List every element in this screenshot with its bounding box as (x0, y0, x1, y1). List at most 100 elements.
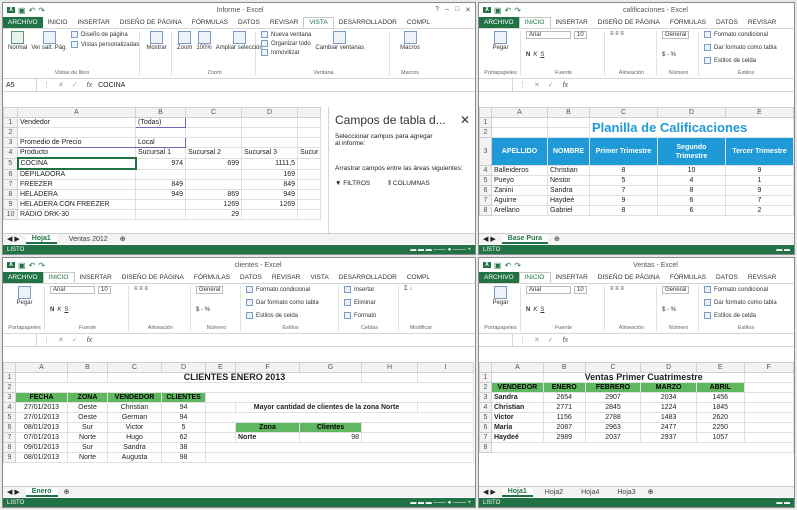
undo-icon[interactable]: ↶ (505, 6, 512, 15)
save-icon[interactable]: ▣ (494, 261, 502, 270)
custom-views-button[interactable]: Vistas personalizadas (71, 41, 139, 48)
tab-compl[interactable]: COMPL (402, 272, 435, 283)
currency-icons[interactable]: $ - % (196, 307, 237, 313)
size-select[interactable]: 10 (574, 31, 587, 39)
pane-close-icon[interactable]: ✕ (460, 113, 470, 127)
tab-diseno[interactable]: DISEÑO DE PÁGINA (117, 272, 189, 283)
align-icons[interactable]: ≡ ≡ ≡ (610, 31, 653, 37)
prev-sheet-icon[interactable]: ◀ ▶ (7, 488, 20, 496)
zoom-slider[interactable]: ▬ ▬ ▬ ─── ● ─── + (410, 247, 471, 253)
format-table-button[interactable]: Dar formato como tabla (246, 299, 335, 306)
fx-icon[interactable]: fx (87, 82, 92, 89)
number-format-select[interactable]: General (196, 286, 224, 294)
tab-insertar[interactable]: INSERTAR (551, 17, 593, 28)
tab-revisar[interactable]: REVISAR (265, 17, 304, 28)
format-table-button[interactable]: Dar formato como tabla (704, 299, 788, 306)
cell-styles-button[interactable]: Estilos de celda (704, 312, 788, 319)
save-icon[interactable]: ▣ (18, 261, 26, 270)
add-sheet-icon[interactable]: ⊕ (64, 488, 70, 496)
column-dropdown[interactable]: Local (135, 137, 186, 148)
tab-revisar[interactable]: REVISAR (743, 272, 782, 283)
prev-sheet-icon[interactable]: ◀ ▶ (483, 488, 496, 496)
filter-dropdown[interactable]: (Todas) (135, 117, 186, 128)
fx-icon[interactable]: fx (87, 337, 92, 344)
cell-styles-button[interactable]: Estilos de celda (704, 57, 788, 64)
add-sheet-icon[interactable]: ⊕ (648, 488, 654, 496)
tab-formulas[interactable]: FÓRMULAS (665, 272, 711, 283)
tab-desarrollador[interactable]: DESARROLLADOR (334, 272, 402, 283)
prev-sheet-icon[interactable]: ◀ ▶ (7, 235, 20, 243)
paste-button[interactable]: Pegar (484, 286, 517, 306)
size-select[interactable]: 10 (98, 286, 111, 294)
active-cell[interactable]: COCINA (16, 157, 137, 170)
tab-inicio[interactable]: INICIO (43, 17, 73, 28)
prev-sheet-icon[interactable]: ◀ ▶ (483, 235, 496, 243)
tab-inicio[interactable]: INICIO (518, 17, 551, 28)
tab-insertar[interactable]: INSERTAR (75, 272, 117, 283)
tab-datos[interactable]: DATOS (711, 17, 743, 28)
redo-icon[interactable]: ↷ (38, 261, 45, 270)
redo-icon[interactable]: ↷ (38, 6, 45, 15)
sheet-tab-hoja4[interactable]: Hoja4 (575, 489, 605, 496)
tab-diseno[interactable]: DISEÑO DE PÁGINA (593, 17, 665, 28)
col-header[interactable]: A (17, 107, 136, 118)
tab-datos[interactable]: DATOS (235, 272, 267, 283)
font-select[interactable]: Arial (50, 286, 95, 294)
spreadsheet-grid[interactable]: ABCDE 1 Planilla de Calificaciones 2 3 APE… (479, 107, 794, 216)
zoom-button[interactable]: Zoom (177, 31, 192, 51)
format-table-button[interactable]: Dar formato como tabla (704, 44, 788, 51)
redo-icon[interactable]: ↷ (514, 6, 521, 15)
bold-button[interactable]: N (526, 307, 530, 313)
tab-inicio[interactable]: INICIO (518, 272, 551, 283)
currency-icons[interactable]: $ - % (662, 52, 695, 58)
tab-diseno[interactable]: DISEÑO DE PÁGINA (593, 272, 665, 283)
filters-area[interactable]: ▼ FILTROS (335, 180, 370, 188)
zoom-selection-button[interactable]: Ampliar selección (216, 31, 263, 51)
close-icon[interactable]: ✕ (465, 6, 471, 14)
conditional-format-button[interactable]: Formato condicional (704, 286, 788, 293)
show-button[interactable]: Mostrar (145, 31, 168, 51)
currency-icons[interactable]: $ - % (662, 307, 695, 313)
sheet-heading[interactable]: CLIENTES ENERO 2013 (107, 372, 362, 383)
columns-area[interactable]: ⦀ COLUMNAS (388, 180, 430, 188)
underline-button[interactable]: S (64, 307, 68, 313)
sheet-tab-enero[interactable]: Enero (25, 487, 58, 497)
new-window-button[interactable]: Nueva ventana (261, 31, 311, 38)
name-box[interactable]: A5 (3, 79, 37, 91)
view-icons[interactable]: ▬ ▬ (776, 500, 790, 506)
tab-insertar[interactable]: INSERTAR (73, 17, 115, 28)
minimize-icon[interactable]: – (445, 6, 449, 14)
sheet-tab-hoja1[interactable]: Hoja1 (25, 234, 57, 244)
name-box[interactable] (479, 79, 513, 91)
switch-windows-button[interactable]: Cambiar ventanas (315, 31, 364, 51)
save-icon[interactable]: ▣ (18, 6, 26, 15)
col-header[interactable]: C (185, 107, 242, 118)
formula-input[interactable]: COCINA (98, 82, 125, 89)
bold-button[interactable]: N (50, 307, 54, 313)
tab-revisar[interactable]: REVISAR (743, 17, 782, 28)
tab-archivo[interactable]: ARCHIVO (3, 272, 43, 283)
sheet-heading[interactable]: Planilla de Calificaciones (589, 117, 794, 138)
help-icon[interactable]: ? (435, 6, 439, 14)
sheet-tab-ventas-2012[interactable]: Ventas 2012 (63, 236, 114, 243)
sheet-tab-hoja2[interactable]: Hoja2 (539, 489, 569, 496)
tab-formulas[interactable]: FÓRMULAS (187, 17, 233, 28)
name-box[interactable] (479, 334, 513, 346)
spreadsheet-grid[interactable]: ABCDEF 1 Ventas Primer Cuatrimestre 2 VEND… (479, 362, 794, 453)
save-icon[interactable]: ▣ (494, 6, 502, 15)
cell-styles-button[interactable]: Estilos de celda (246, 312, 335, 319)
sheet-tab-hoja1[interactable]: Hoja1 (501, 487, 533, 497)
fx-icon[interactable]: fx (563, 337, 568, 344)
fx-icon[interactable]: fx (563, 82, 568, 89)
align-icons[interactable]: ≡ ≡ ≡ (610, 286, 653, 292)
sum-icon[interactable]: Σ ↓ (404, 286, 438, 292)
name-box[interactable] (3, 334, 37, 346)
tab-diseno[interactable]: DISEÑO DE PÁGINA (115, 17, 187, 28)
conditional-format-button[interactable]: Formato condicional (704, 31, 788, 38)
format-button[interactable]: Formato (344, 312, 395, 319)
align-icons[interactable]: ≡ ≡ ≡ (134, 286, 187, 292)
conditional-format-button[interactable]: Formato condicional (246, 286, 335, 293)
tab-archivo[interactable]: ARCHIVO (479, 17, 519, 28)
paste-button[interactable]: Pegar (484, 31, 517, 51)
tab-archivo[interactable]: ARCHIVO (3, 17, 43, 28)
